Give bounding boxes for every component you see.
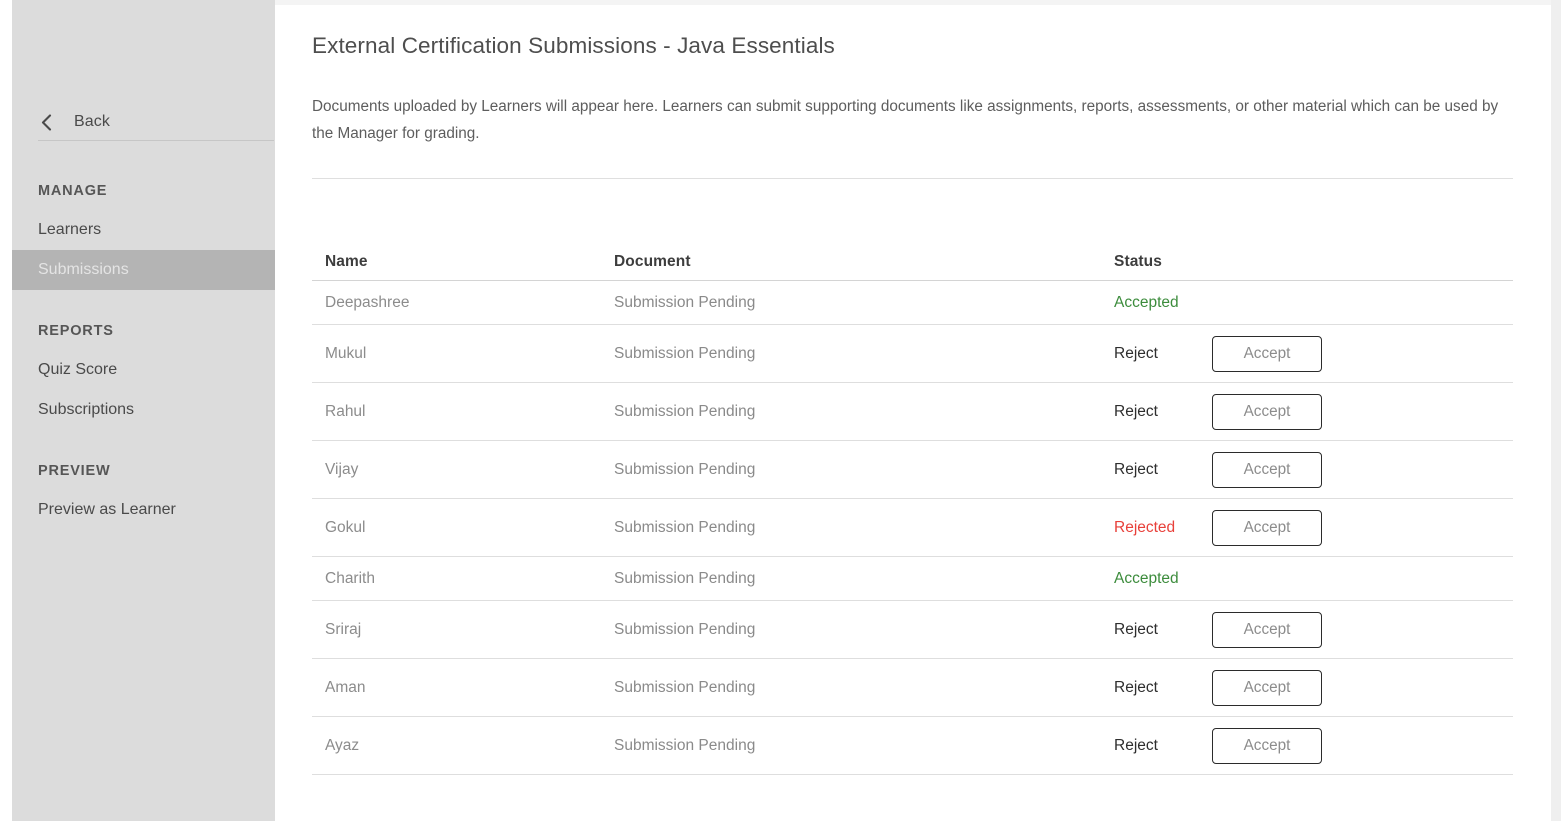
back-label: Back bbox=[74, 113, 110, 131]
sidebar-nav: MANAGE Learners Submissions REPORTS Quiz… bbox=[12, 172, 275, 552]
sidebar-group-reports: REPORTS Quiz Score Subscriptions bbox=[12, 312, 275, 430]
cell-document: Submission Pending bbox=[614, 679, 1114, 697]
cell-name: Deepashree bbox=[312, 294, 614, 312]
back-button[interactable]: Back bbox=[12, 106, 275, 138]
cell-name: Aman bbox=[312, 679, 614, 697]
sidebar-item-submissions[interactable]: Submissions bbox=[12, 250, 275, 290]
cell-status: Accepted bbox=[1114, 570, 1513, 588]
cell-document: Submission Pending bbox=[614, 461, 1114, 479]
cell-status: RejectAccept bbox=[1114, 452, 1513, 488]
cell-status: RejectAccept bbox=[1114, 612, 1513, 648]
cell-name: Ayaz bbox=[312, 737, 614, 755]
table-row: CharithSubmission PendingAccepted bbox=[312, 557, 1513, 601]
sidebar-section-title-reports: REPORTS bbox=[12, 312, 275, 350]
accept-button[interactable]: Accept bbox=[1212, 612, 1322, 648]
main-content: External Certification Submissions - Jav… bbox=[275, 5, 1551, 821]
back-divider bbox=[38, 140, 274, 141]
content-divider bbox=[312, 178, 1513, 179]
cell-status: RejectAccept bbox=[1114, 728, 1513, 764]
table-row: DeepashreeSubmission PendingAccepted bbox=[312, 281, 1513, 325]
status-badge: Accepted bbox=[1114, 570, 1210, 588]
sidebar-group-preview: PREVIEW Preview as Learner bbox=[12, 452, 275, 530]
accept-button[interactable]: Accept bbox=[1212, 728, 1322, 764]
submissions-table: Name Document Status DeepashreeSubmissio… bbox=[312, 243, 1513, 775]
column-header-document: Document bbox=[614, 253, 1114, 271]
cell-name: Mukul bbox=[312, 345, 614, 363]
cell-status: RejectAccept bbox=[1114, 336, 1513, 372]
table-row: MukulSubmission PendingRejectAccept bbox=[312, 325, 1513, 383]
cell-status: RejectAccept bbox=[1114, 670, 1513, 706]
reject-button[interactable]: Reject bbox=[1114, 679, 1210, 697]
cell-status: Accepted bbox=[1114, 294, 1513, 312]
accept-button[interactable]: Accept bbox=[1212, 452, 1322, 488]
cell-document: Submission Pending bbox=[614, 294, 1114, 312]
accept-button[interactable]: Accept bbox=[1212, 336, 1322, 372]
status-badge: Rejected bbox=[1114, 519, 1210, 537]
sidebar-item-preview-as-learner[interactable]: Preview as Learner bbox=[12, 490, 275, 530]
table-header-row: Name Document Status bbox=[312, 243, 1513, 281]
sidebar-item-quiz-score[interactable]: Quiz Score bbox=[12, 350, 275, 390]
cell-document: Submission Pending bbox=[614, 570, 1114, 588]
table-row: GokulSubmission PendingRejectedAccept bbox=[312, 499, 1513, 557]
table-row: SrirajSubmission PendingRejectAccept bbox=[312, 601, 1513, 659]
page-scrollbar[interactable] bbox=[1551, 0, 1561, 821]
page-description: Documents uploaded by Learners will appe… bbox=[312, 93, 1517, 147]
column-header-name: Name bbox=[312, 253, 614, 271]
sidebar-item-learners[interactable]: Learners bbox=[12, 210, 275, 250]
sidebar-section-title-preview: PREVIEW bbox=[12, 452, 275, 490]
cell-name: Rahul bbox=[312, 403, 614, 421]
cell-name: Sriraj bbox=[312, 621, 614, 639]
reject-button[interactable]: Reject bbox=[1114, 737, 1210, 755]
table-body: DeepashreeSubmission PendingAcceptedMuku… bbox=[312, 281, 1513, 775]
reject-button[interactable]: Reject bbox=[1114, 345, 1210, 363]
status-badge: Accepted bbox=[1114, 294, 1210, 312]
sidebar: Back MANAGE Learners Submissions REPORTS… bbox=[12, 0, 275, 821]
sidebar-group-manage: MANAGE Learners Submissions bbox=[12, 172, 275, 290]
cell-status: RejectedAccept bbox=[1114, 510, 1513, 546]
reject-button[interactable]: Reject bbox=[1114, 403, 1210, 421]
cell-document: Submission Pending bbox=[614, 621, 1114, 639]
chevron-left-icon bbox=[38, 113, 54, 131]
cell-document: Submission Pending bbox=[614, 737, 1114, 755]
accept-button[interactable]: Accept bbox=[1212, 670, 1322, 706]
cell-name: Charith bbox=[312, 570, 614, 588]
reject-button[interactable]: Reject bbox=[1114, 461, 1210, 479]
cell-name: Vijay bbox=[312, 461, 614, 479]
table-row: VijaySubmission PendingRejectAccept bbox=[312, 441, 1513, 499]
app-root: Back MANAGE Learners Submissions REPORTS… bbox=[0, 0, 1561, 821]
cell-document: Submission Pending bbox=[614, 519, 1114, 537]
cell-document: Submission Pending bbox=[614, 403, 1114, 421]
table-row: AmanSubmission PendingRejectAccept bbox=[312, 659, 1513, 717]
accept-button[interactable]: Accept bbox=[1212, 510, 1322, 546]
cell-status: RejectAccept bbox=[1114, 394, 1513, 430]
reject-button[interactable]: Reject bbox=[1114, 621, 1210, 639]
sidebar-item-subscriptions[interactable]: Subscriptions bbox=[12, 390, 275, 430]
left-gutter bbox=[0, 0, 12, 821]
accept-button[interactable]: Accept bbox=[1212, 394, 1322, 430]
cell-name: Gokul bbox=[312, 519, 614, 537]
column-header-status: Status bbox=[1114, 253, 1513, 271]
table-row: AyazSubmission PendingRejectAccept bbox=[312, 717, 1513, 775]
page-title: External Certification Submissions - Jav… bbox=[312, 33, 835, 59]
sidebar-section-title-manage: MANAGE bbox=[12, 172, 275, 210]
table-row: RahulSubmission PendingRejectAccept bbox=[312, 383, 1513, 441]
cell-document: Submission Pending bbox=[614, 345, 1114, 363]
